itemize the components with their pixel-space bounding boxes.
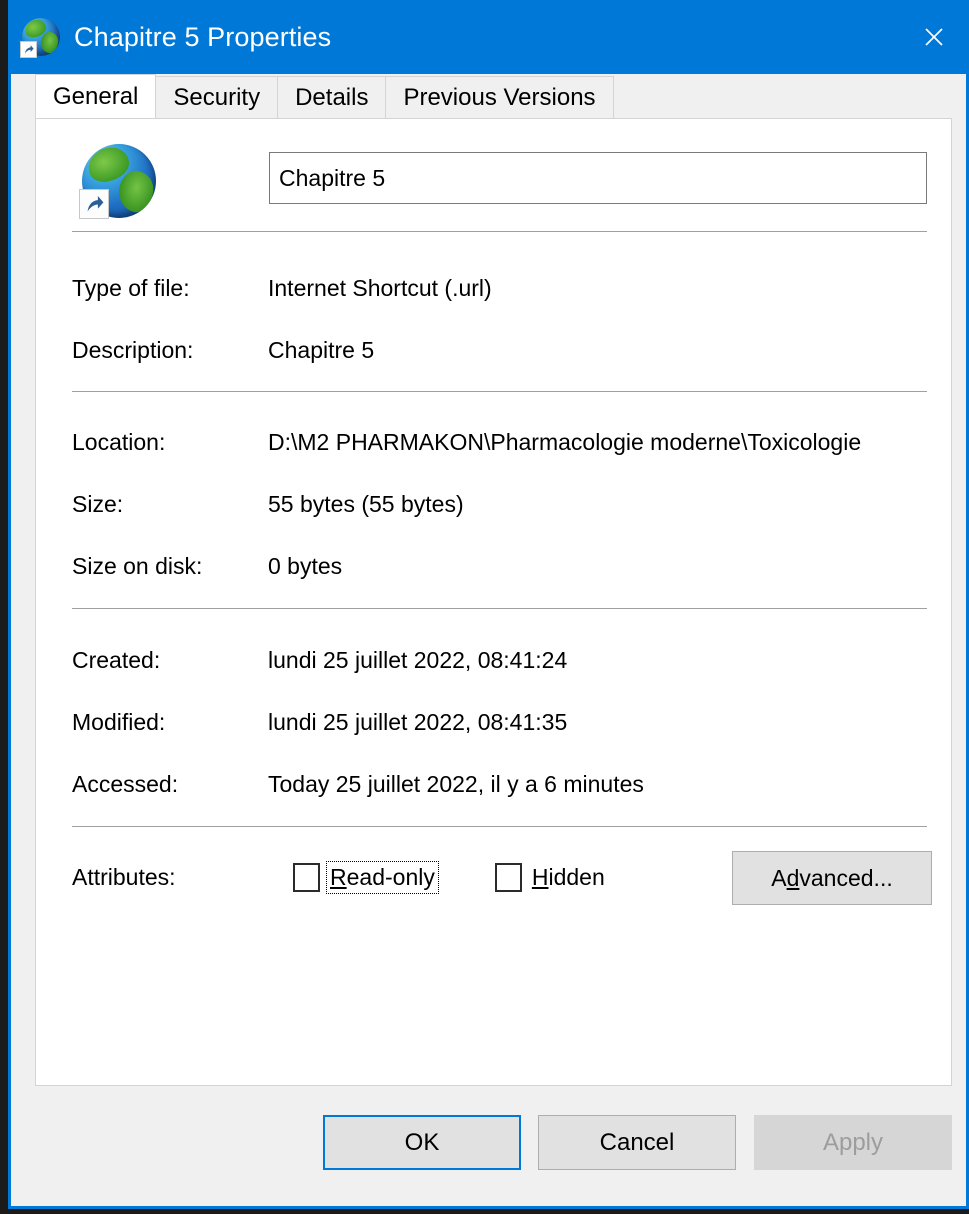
- hidden-checkbox[interactable]: [494, 862, 522, 892]
- ok-button[interactable]: OK: [323, 1115, 521, 1170]
- row-location: Location: D:\M2 PHARMAKON\Pharmacologie …: [72, 429, 932, 456]
- cancel-button-label: Cancel: [599, 1128, 675, 1156]
- close-icon: [925, 28, 943, 46]
- readonly-checkbox-group[interactable]: Read-only: [293, 860, 439, 894]
- description-label: Description:: [72, 337, 194, 363]
- tab-strip: General Security Details Previous Versio…: [11, 74, 966, 118]
- size-on-disk-label: Size on disk:: [72, 553, 203, 579]
- row-description: Description: Chapitre 5: [72, 337, 932, 364]
- readonly-accelerator: R: [330, 863, 347, 890]
- tab-general-label: General: [53, 82, 139, 110]
- tab-previous-versions-label: Previous Versions: [403, 83, 596, 111]
- separator-3: [72, 608, 927, 609]
- title-bar: Chapitre 5 Properties: [11, 0, 966, 74]
- attributes-label: Attributes:: [72, 863, 176, 890]
- tab-security[interactable]: Security: [155, 76, 279, 118]
- advanced-accelerator: d: [786, 864, 800, 891]
- apply-button-label: Apply: [822, 1128, 884, 1156]
- dialog-button-bar: OK Cancel Apply: [11, 1086, 966, 1206]
- accessed-value: Today 25 juillet 2022, il y a 6 minutes: [268, 771, 644, 797]
- advanced-text-rest: vanced...: [799, 864, 893, 891]
- shortcut-arrow-icon: [20, 41, 37, 58]
- readonly-checkbox[interactable]: [293, 862, 320, 892]
- tab-security-label: Security: [173, 83, 261, 111]
- advanced-button-label: Advanced...: [771, 865, 892, 892]
- shortcut-arrow-icon: [79, 189, 109, 219]
- modified-value: lundi 25 juillet 2022, 08:41:35: [268, 709, 568, 735]
- modified-label: Modified:: [72, 709, 166, 735]
- location-label: Location:: [72, 429, 166, 455]
- separator-1: [72, 231, 927, 232]
- general-tab-panel: Type of file: Internet Shortcut (.url) D…: [35, 118, 952, 1086]
- apply-button: Apply: [754, 1115, 952, 1170]
- separator-4: [72, 826, 927, 827]
- window-title: Chapitre 5 Properties: [74, 21, 332, 52]
- size-value: 55 bytes (55 bytes): [268, 491, 464, 517]
- filename-input[interactable]: [269, 152, 927, 204]
- created-value: lundi 25 juillet 2022, 08:41:24: [268, 647, 568, 673]
- tab-general[interactable]: General: [35, 74, 157, 118]
- readonly-text-rest: ead-only: [346, 863, 435, 890]
- description-value: Chapitre 5: [268, 337, 375, 363]
- hidden-text-rest: idden: [548, 863, 605, 890]
- location-value: D:\M2 PHARMAKON\Pharmacologie moderne\To…: [268, 429, 862, 455]
- advanced-pre: A: [771, 864, 787, 891]
- hidden-checkbox-label: Hidden: [529, 862, 608, 893]
- separator-2: [72, 391, 927, 392]
- internet-shortcut-globe-icon: [20, 18, 60, 58]
- size-label: Size:: [72, 491, 124, 517]
- row-created: Created: lundi 25 juillet 2022, 08:41:24: [72, 647, 932, 674]
- tab-details[interactable]: Details: [277, 76, 387, 118]
- hidden-accelerator: H: [531, 863, 549, 890]
- type-of-file-value: Internet Shortcut (.url): [268, 275, 492, 301]
- row-size-on-disk: Size on disk: 0 bytes: [72, 553, 932, 580]
- row-size: Size: 55 bytes (55 bytes): [72, 491, 932, 518]
- attributes-row: Attributes: Read-only Hidden Advanced...: [72, 849, 932, 905]
- tab-details-label: Details: [295, 83, 369, 111]
- properties-dialog-window: Chapitre 5 Properties General Security D…: [8, 0, 969, 1209]
- accessed-label: Accessed:: [72, 771, 179, 797]
- cancel-button[interactable]: Cancel: [538, 1115, 736, 1170]
- row-modified: Modified: lundi 25 juillet 2022, 08:41:3…: [72, 709, 932, 736]
- tab-previous-versions[interactable]: Previous Versions: [385, 76, 614, 118]
- file-type-globe-icon: [79, 144, 156, 219]
- readonly-checkbox-label: Read-only: [326, 860, 439, 894]
- ok-button-label: OK: [404, 1128, 440, 1156]
- row-type-of-file: Type of file: Internet Shortcut (.url): [72, 275, 932, 302]
- row-accessed: Accessed: Today 25 juillet 2022, il y a …: [72, 771, 932, 798]
- advanced-button[interactable]: Advanced...: [732, 851, 932, 905]
- close-button[interactable]: [902, 0, 966, 74]
- created-label: Created:: [72, 647, 161, 673]
- hidden-checkbox-group[interactable]: Hidden: [494, 862, 608, 893]
- size-on-disk-value: 0 bytes: [268, 553, 343, 579]
- type-of-file-label: Type of file:: [72, 275, 190, 301]
